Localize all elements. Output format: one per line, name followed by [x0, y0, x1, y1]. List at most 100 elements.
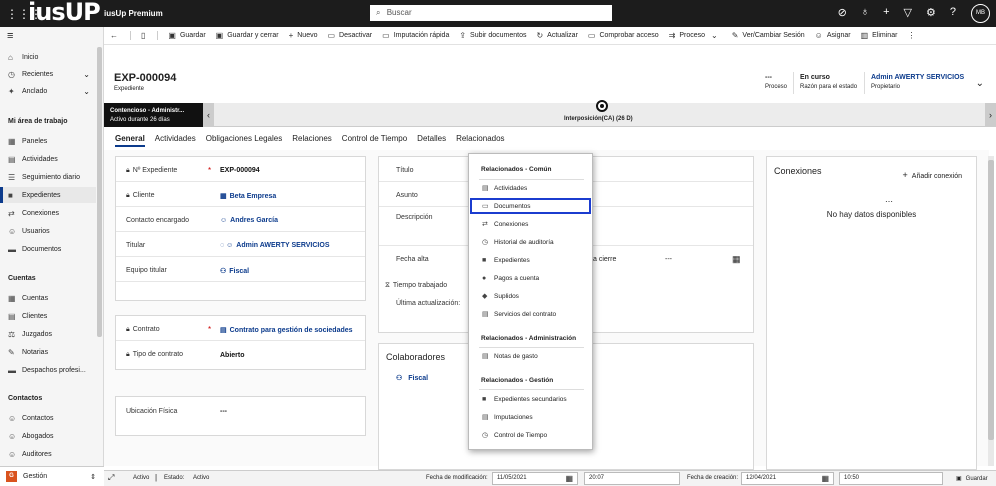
field-value[interactable]: ▦ Beta Empresa — [220, 192, 276, 200]
filter-icon[interactable]: ▽ — [904, 6, 912, 19]
stage-name: Contencioso - Administr... — [110, 108, 185, 114]
pencil-icon: ✎ — [731, 31, 739, 40]
accounts-icon: ▦ — [8, 293, 16, 303]
calendar-icon[interactable]: ▦ — [821, 474, 829, 483]
save-button[interactable]: ▣ Guardar — [168, 31, 205, 40]
sidebar-item-documentos[interactable]: ▬ Documentos — [0, 241, 96, 257]
sidebar-item-usuarios[interactable]: ☺ Usuarios — [0, 223, 96, 239]
calendar-icon[interactable]: ▦ — [732, 254, 741, 265]
menu-item-imputaciones[interactable]: ▤ Imputaciones — [470, 409, 591, 425]
sidebar-item-paneles[interactable]: ▦ Paneles — [0, 133, 96, 149]
sidebar-item-cuentas[interactable]: ▦ Cuentas — [0, 290, 96, 306]
sidebar-item-conexiones[interactable]: ⇄ Conexiones — [0, 205, 96, 221]
sidebar-item-contactos[interactable]: ☺ Contactos — [0, 410, 96, 426]
created-time-field[interactable]: 10:50 — [839, 472, 943, 485]
menu-item-historial[interactable]: ◷ Historial de auditoría — [470, 234, 591, 250]
sidebar-item-expedientes[interactable]: ■ Expedientes — [0, 187, 96, 203]
sidebar-item-anclado[interactable]: ✦ Anclado ⌄ — [0, 83, 96, 99]
calendar-icon[interactable]: ▦ — [565, 474, 573, 483]
tab-general[interactable]: General — [115, 134, 145, 147]
menu-item-conexiones[interactable]: ⇄ Conexiones — [470, 216, 591, 232]
sidebar-item-notarias[interactable]: ✎ Notarias — [0, 344, 96, 360]
sidebar-item-despachos[interactable]: ▬ Despachos profesi... — [0, 362, 96, 378]
process-button[interactable]: ⇉ Proceso ⌄ — [669, 31, 722, 40]
gear-icon[interactable]: ⚙ — [926, 6, 936, 19]
sidebar-scrollbar[interactable] — [97, 47, 102, 337]
sidebar-item-inicio[interactable]: ⌂ Inicio — [0, 49, 96, 65]
add-connection-button[interactable]: + Añadir conexión — [903, 170, 962, 180]
sidebar-item-abogados[interactable]: ☺ Abogados — [0, 428, 96, 444]
location-icon[interactable]: ♁ — [861, 6, 869, 19]
sidebar-item-clientes[interactable]: ▤ Clientes — [0, 308, 96, 324]
connections-more-icon[interactable]: ⋯ — [885, 197, 893, 206]
field-label: Contacto encargado — [126, 217, 190, 224]
new-button[interactable]: + Nuevo — [289, 31, 318, 40]
stage-dot-icon[interactable] — [596, 100, 608, 112]
menu-item-expedientes-secundarios[interactable]: ■ Expedientes secundarios — [470, 391, 591, 407]
sidebar-item-seguimiento[interactable]: ☰ Seguimiento diario — [0, 169, 96, 185]
search-input[interactable]: ⌕ Buscar — [370, 5, 612, 21]
field-value[interactable]: ☺ Andres García — [220, 217, 278, 224]
assign-button[interactable]: ☺ Asignar — [815, 31, 851, 40]
sidebar-item-juzgados[interactable]: ⚖ Juzgados — [0, 326, 96, 342]
chevron-right-icon[interactable]: › — [985, 103, 996, 127]
tab-control-tiempo[interactable]: Control de Tiempo — [342, 134, 407, 147]
dropdown-section-title: Relacionados - Gestión — [481, 377, 554, 384]
tab-relacionados[interactable]: Relacionados — [456, 134, 504, 147]
current-stage[interactable]: Interposición(CA) (26 D) — [564, 116, 633, 122]
chevron-down-icon[interactable]: ⌄ — [83, 70, 90, 79]
save-close-button[interactable]: ▣ Guardar y cerrar — [216, 31, 279, 40]
form-scrollbar[interactable] — [988, 156, 994, 466]
session-button[interactable]: ✎ Ver/Cambiar Sesión — [732, 31, 805, 40]
chevron-down-icon[interactable]: ⌄ — [83, 87, 90, 96]
refresh-button[interactable]: ↻ Actualizar — [536, 31, 577, 40]
form-button[interactable]: ▯ — [141, 31, 159, 40]
created-date-field[interactable]: 12/04/2021 ▦ — [741, 472, 834, 485]
expand-icon[interactable]: ⤢ — [108, 473, 114, 483]
sidebar-item-actividades[interactable]: ▤ Actividades — [0, 151, 96, 167]
field-value[interactable]: ◌ ☺ Admin AWERTY SERVICIOS — [220, 242, 329, 249]
sidebar-item-label: Despachos profesi... — [22, 366, 86, 374]
chevron-down-icon[interactable]: ⌄ — [976, 78, 984, 89]
menu-item-documentos[interactable]: ▭ Documentos — [470, 198, 591, 214]
plus-icon[interactable]: + — [883, 6, 889, 19]
menu-item-servicios[interactable]: ▤ Servicios del contrato — [470, 306, 591, 322]
header-field-value[interactable]: Admin AWERTY SERVICIOS — [871, 74, 964, 81]
chevron-left-icon[interactable]: ‹ — [203, 103, 214, 127]
tab-obligaciones[interactable]: Obligaciones Legales — [206, 134, 283, 147]
menu-item-actividades[interactable]: ▤ Actividades — [470, 180, 591, 196]
more-commands-button[interactable]: ⋮ — [907, 31, 919, 40]
area-switcher[interactable]: G Gestión ⇕ — [0, 466, 104, 486]
menu-item-notas-gasto[interactable]: ▤ Notas de gasto — [470, 348, 591, 364]
help-icon[interactable]: ? — [950, 6, 956, 19]
collaborator-item[interactable]: ⚇ Fiscal — [396, 374, 428, 382]
deactivate-button[interactable]: ▭ Desactivar — [327, 31, 372, 40]
field-value[interactable]: ▤ Contrato para gestión de sociedades — [220, 326, 353, 334]
menu-item-suplidos[interactable]: ◆ Suplidos — [470, 288, 591, 304]
app-name[interactable]: iusUp Premium — [104, 9, 163, 18]
field-value[interactable]: ⚇ Fiscal — [220, 267, 249, 275]
tab-actividades[interactable]: Actividades — [155, 134, 196, 147]
check-access-button[interactable]: ▭ Comprobar acceso — [588, 31, 659, 40]
avatar[interactable]: MB — [971, 4, 990, 23]
hamburger-icon[interactable]: ≡ — [7, 30, 13, 42]
fecha-cierre-value[interactable]: --- — [665, 256, 672, 263]
lightbulb-icon[interactable]: ⊘ — [838, 6, 847, 19]
footer-save-button[interactable]: ▣ Guardar — [956, 475, 988, 482]
scroll-thumb[interactable] — [988, 160, 994, 440]
header-field-owner[interactable]: Admin AWERTY SERVICIOS Propietario — [871, 74, 964, 90]
menu-item-control-tiempo[interactable]: ◷ Control de Tiempo — [470, 427, 591, 443]
process-stage[interactable]: Contencioso - Administr... Activo durant… — [104, 103, 203, 127]
menu-item-pagos[interactable]: ● Pagos a cuenta — [470, 270, 591, 286]
sidebar-item-auditores[interactable]: ☺ Auditores — [0, 446, 96, 462]
tab-detalles[interactable]: Detalles — [417, 134, 446, 147]
back-button[interactable]: ← — [110, 31, 131, 40]
modified-time-field[interactable]: 20:07 — [584, 472, 680, 485]
modified-date-field[interactable]: 11/05/2021 ▦ — [492, 472, 578, 485]
menu-item-expedientes[interactable]: ■ Expedientes — [470, 252, 591, 268]
delete-button[interactable]: ▥ Eliminar — [861, 31, 898, 40]
tab-relaciones[interactable]: Relaciones — [292, 134, 332, 147]
sidebar-item-recientes[interactable]: ◷ Recientes ⌄ — [0, 66, 96, 82]
upload-documents-button[interactable]: ⇪ Subir documentos — [459, 31, 526, 40]
quick-imputation-button[interactable]: ▭ Imputación rápida — [382, 31, 449, 40]
